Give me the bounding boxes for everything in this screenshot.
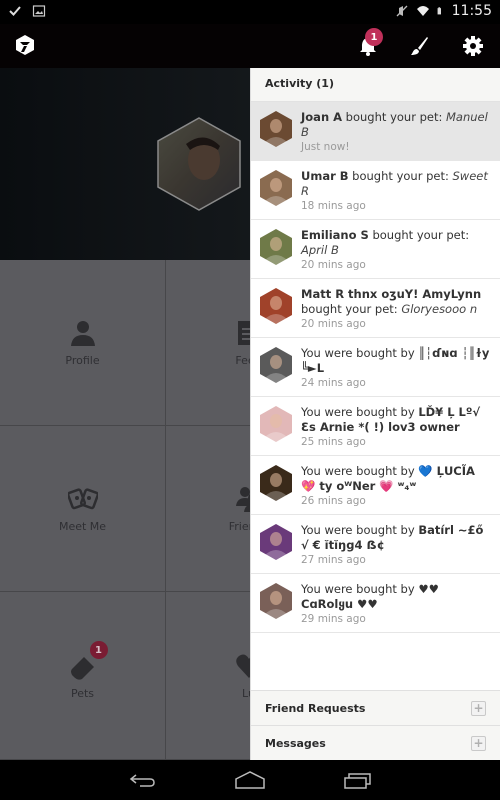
user-avatar[interactable] bbox=[259, 287, 293, 325]
activity-time: 18 mins ago bbox=[301, 200, 366, 212]
user-name[interactable]: Matt R thnx oʒuY! AmyLynn bbox=[301, 287, 481, 301]
wifi-icon bbox=[416, 6, 429, 16]
activity-item[interactable]: You were bought by ║┆ɗɴɑ ┆║ɫy ╚►L 24 mins… bbox=[251, 338, 500, 397]
activity-text: Joan A bought your pet: Manuel B Just now… bbox=[301, 108, 492, 154]
tile-profile[interactable]: Profile bbox=[0, 260, 166, 426]
pet-name[interactable]: April B bbox=[301, 243, 339, 257]
pets-badge: 1 bbox=[89, 641, 108, 659]
activity-item[interactable]: You were bought by 💙 ĻUCĨA 💖 ty oᵂNer 💗 … bbox=[251, 456, 500, 515]
app-logo-icon[interactable] bbox=[14, 34, 36, 56]
notification-badge: 1 bbox=[365, 28, 383, 46]
user-avatar[interactable] bbox=[259, 110, 293, 148]
recent-apps-button[interactable] bbox=[340, 768, 376, 792]
activity-time: 27 mins ago bbox=[301, 554, 366, 566]
user-avatar[interactable] bbox=[259, 228, 293, 266]
messages-label: Messages bbox=[265, 736, 326, 750]
back-icon bbox=[129, 774, 155, 787]
activity-item[interactable]: You were bought by LĎ¥ Ļ Lº√ Ɛs Arnie *(… bbox=[251, 397, 500, 456]
user-avatar[interactable] bbox=[259, 405, 293, 443]
activity-time: 20 mins ago bbox=[301, 318, 366, 330]
activity-prefix: You were bought by bbox=[301, 405, 419, 419]
activity-action: bought your pet: bbox=[301, 302, 402, 316]
activity-time: 24 mins ago bbox=[301, 377, 366, 389]
activity-text: Emiliano S bought your pet: April B 20 mi… bbox=[301, 226, 492, 272]
activity-action: bought your pet: bbox=[348, 169, 453, 183]
user-name[interactable]: Umar B bbox=[301, 169, 349, 183]
tile-meet-me[interactable]: Meet Me bbox=[0, 426, 166, 592]
activity-prefix: You were bought by bbox=[301, 464, 419, 478]
activity-prefix: You were bought by bbox=[301, 582, 419, 596]
tile-label: Meet Me bbox=[58, 520, 107, 533]
activity-action: bought your pet: bbox=[342, 110, 446, 124]
activity-item[interactable]: You were bought by Batírl ~£ő √ € ĭtĭŋg4… bbox=[251, 515, 500, 574]
user-avatar[interactable] bbox=[259, 169, 293, 207]
status-time: 11:55 bbox=[451, 3, 492, 19]
tile-label: Pets bbox=[70, 687, 95, 700]
gear-icon bbox=[463, 36, 483, 56]
pet-name[interactable]: Gloryesooo n bbox=[401, 302, 477, 316]
panel-footer: Friend Requests + Messages + bbox=[251, 690, 500, 760]
user-name[interactable]: Joan A bbox=[301, 110, 342, 124]
user-name[interactable]: Emiliano S bbox=[301, 228, 369, 242]
tile-label: Profile bbox=[65, 354, 100, 367]
user-avatar[interactable] bbox=[259, 346, 293, 384]
activity-text: Umar B bought your pet: Sweet R 18 mins a… bbox=[301, 167, 492, 213]
activity-text: You were bought by Batírl ~£ő √ € ĭtĭŋg4… bbox=[301, 521, 492, 567]
home-icon bbox=[235, 771, 265, 789]
activity-text: You were bought by ║┆ɗɴɑ ┆║ɫy ╚►L 24 mins… bbox=[301, 344, 492, 390]
app-bar bbox=[0, 24, 500, 68]
activity-panel: Activity (1) Joan A bought your pet: Man… bbox=[250, 68, 500, 760]
activity-text: Matt R thnx oʒuY! AmyLynn bought your pe… bbox=[301, 285, 492, 331]
activity-text: You were bought by ♥♥ ϹɑRolყu ♥♥ 29 mins … bbox=[301, 580, 492, 626]
image-icon bbox=[32, 5, 46, 17]
activity-text: You were bought by 💙 ĻUCĨA 💖 ty oᵂNer 💗 … bbox=[301, 462, 492, 508]
user-avatar[interactable] bbox=[259, 523, 293, 561]
activity-header: Activity (1) bbox=[251, 68, 500, 102]
status-bar: 11:55 bbox=[0, 0, 500, 24]
pets-icon-wrap: 1 bbox=[68, 641, 108, 681]
activity-time: 25 mins ago bbox=[301, 436, 366, 448]
activity-time: 29 mins ago bbox=[301, 613, 366, 625]
profile-avatar[interactable] bbox=[156, 116, 242, 212]
back-button[interactable] bbox=[125, 768, 161, 792]
settings-button[interactable] bbox=[459, 32, 487, 60]
theme-brush-button[interactable] bbox=[405, 32, 433, 60]
activity-prefix: You were bought by bbox=[301, 346, 419, 360]
check-icon bbox=[9, 6, 21, 16]
activity-time: Just now! bbox=[301, 141, 350, 153]
screen: 11:55 1 Profile Feed Meet Me Friends 1 P… bbox=[0, 0, 500, 800]
activity-item[interactable]: You were bought by ♥♥ ϹɑRolყu ♥♥ 29 mins … bbox=[251, 574, 500, 633]
activity-item[interactable]: Matt R thnx oʒuY! AmyLynn bought your pe… bbox=[251, 279, 500, 338]
friend-requests-row[interactable]: Friend Requests + bbox=[251, 690, 500, 725]
activity-list: Joan A bought your pet: Manuel B Just now… bbox=[251, 102, 500, 633]
activity-item[interactable]: Emiliano S bought your pet: April B 20 mi… bbox=[251, 220, 500, 279]
home-button[interactable] bbox=[232, 768, 268, 792]
friend-requests-label: Friend Requests bbox=[265, 701, 366, 715]
activity-time: 26 mins ago bbox=[301, 495, 366, 507]
activity-time: 20 mins ago bbox=[301, 259, 366, 271]
user-avatar[interactable] bbox=[259, 582, 293, 620]
tile-pets[interactable]: 1 Pets bbox=[0, 592, 166, 760]
navigation-bar bbox=[0, 760, 500, 800]
activity-prefix: You were bought by bbox=[301, 523, 419, 537]
recent-apps-icon bbox=[344, 773, 371, 789]
activity-text: You were bought by LĎ¥ Ļ Lº√ Ɛs Arnie *(… bbox=[301, 403, 492, 449]
person-icon bbox=[70, 321, 95, 346]
meet-me-icon bbox=[67, 488, 98, 510]
brush-icon bbox=[411, 37, 428, 55]
plus-icon[interactable]: + bbox=[471, 735, 486, 751]
plus-icon[interactable]: + bbox=[471, 700, 486, 716]
activity-action: bought your pet: bbox=[368, 228, 470, 242]
messages-row[interactable]: Messages + bbox=[251, 725, 500, 760]
battery-icon bbox=[437, 7, 441, 15]
user-avatar[interactable] bbox=[259, 464, 293, 502]
activity-item[interactable]: Umar B bought your pet: Sweet R 18 mins a… bbox=[251, 161, 500, 220]
mute-icon bbox=[396, 5, 408, 17]
activity-item[interactable]: Joan A bought your pet: Manuel B Just now… bbox=[251, 102, 500, 161]
